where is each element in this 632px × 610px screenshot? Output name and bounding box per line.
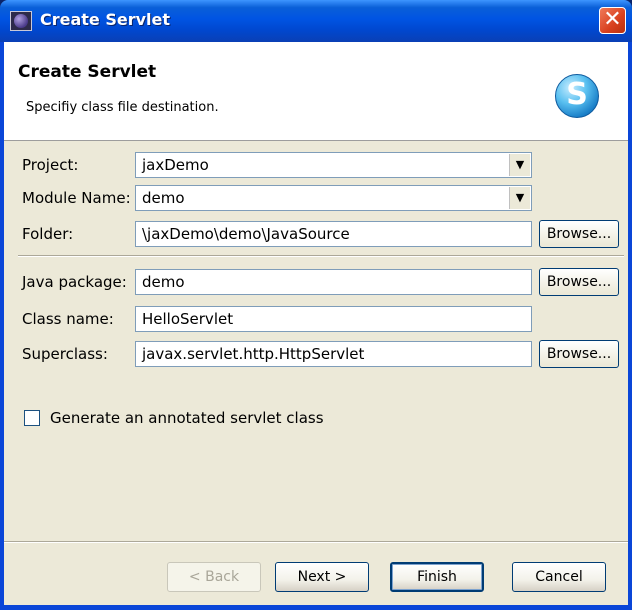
module-name-value: demo — [142, 189, 185, 207]
java-package-field[interactable]: demo — [135, 269, 532, 295]
module-name-combo[interactable]: demo ▼ — [135, 185, 532, 211]
window-border-right — [628, 42, 632, 610]
chevron-down-icon[interactable]: ▼ — [509, 154, 530, 176]
window-border-bottom — [0, 605, 632, 610]
separator — [18, 255, 624, 257]
chevron-down-icon[interactable]: ▼ — [509, 187, 530, 209]
finish-button[interactable]: Finish — [390, 562, 484, 592]
servlet-logo-icon: S — [555, 74, 599, 118]
folder-browse-button[interactable]: Browse... — [539, 220, 619, 248]
wizard-body: Project: jaxDemo ▼ Module Name: demo ▼ F… — [4, 141, 628, 605]
folder-value: \jaxDemo\demo\JavaSource — [142, 225, 350, 243]
superclass-value: javax.servlet.http.HttpServlet — [142, 345, 365, 363]
back-button[interactable]: < Back — [167, 562, 261, 592]
folder-label: Folder: — [22, 225, 74, 243]
annotated-servlet-label[interactable]: Generate an annotated servlet class — [50, 409, 324, 427]
cancel-button[interactable]: Cancel — [512, 562, 606, 592]
next-button[interactable]: Next > — [275, 562, 369, 592]
project-label: Project: — [22, 156, 79, 174]
java-package-value: demo — [142, 273, 185, 291]
close-button[interactable]: ✕ — [599, 7, 626, 34]
superclass-label: Superclass: — [22, 345, 108, 363]
annotated-servlet-checkbox[interactable] — [24, 410, 40, 426]
window-title: Create Servlet — [40, 10, 171, 29]
class-name-value: HelloServlet — [142, 310, 234, 328]
module-name-label: Module Name: — [22, 189, 131, 207]
package-browse-button[interactable]: Browse... — [539, 268, 619, 296]
superclass-browse-button[interactable]: Browse... — [539, 340, 619, 368]
superclass-field[interactable]: javax.servlet.http.HttpServlet — [135, 341, 532, 367]
project-value: jaxDemo — [142, 156, 209, 174]
button-bar-separator — [4, 541, 628, 543]
eclipse-icon — [10, 11, 32, 31]
page-description: Specifiy class file destination. — [26, 100, 219, 115]
project-combo[interactable]: jaxDemo ▼ — [135, 152, 532, 178]
folder-field[interactable]: \jaxDemo\demo\JavaSource — [135, 221, 532, 247]
wizard-header: Create Servlet Specifiy class file desti… — [4, 42, 628, 141]
title-bar[interactable]: Create Servlet ✕ — [0, 0, 632, 42]
class-name-label: Class name: — [22, 310, 114, 328]
class-name-field[interactable]: HelloServlet — [135, 306, 532, 332]
java-package-label: Java package: — [22, 273, 127, 291]
page-title: Create Servlet — [18, 62, 157, 82]
